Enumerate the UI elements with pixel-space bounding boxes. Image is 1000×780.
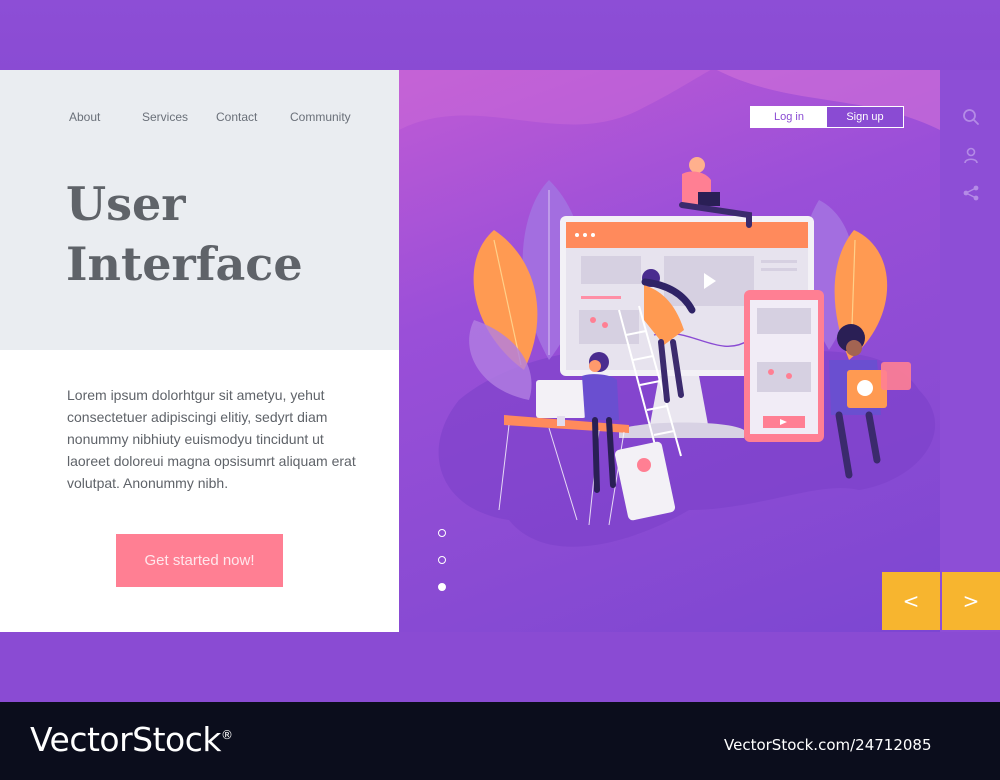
slider-dot-3[interactable]	[438, 583, 446, 591]
next-slide-button[interactable]: >	[942, 572, 1000, 630]
search-icon[interactable]	[962, 108, 980, 126]
watermark-url: VectorStock.com/24712085	[724, 736, 932, 754]
auth-buttons: Log in Sign up	[750, 106, 904, 128]
watermark-brand-text: VectorStock	[30, 720, 222, 759]
slider-dot-2[interactable]	[438, 556, 446, 564]
slider-dot-1[interactable]	[438, 529, 446, 537]
nav-contact[interactable]: Contact	[216, 110, 257, 124]
signup-button[interactable]: Sign up	[827, 107, 903, 127]
illustration-art	[399, 70, 940, 547]
title-line-1: User	[66, 177, 186, 231]
get-started-button[interactable]: Get started now!	[116, 534, 283, 587]
registered-mark: ®	[221, 728, 233, 742]
title-line-2: Interface	[66, 237, 303, 291]
page-title: User Interface	[66, 174, 386, 294]
main-nav: About Services Contact Community	[0, 110, 399, 126]
hero-illustration	[399, 70, 940, 632]
watermark-brand: VectorStock®	[30, 720, 233, 759]
prev-slide-button[interactable]: <	[882, 572, 940, 630]
top-band	[0, 0, 1000, 70]
nav-about[interactable]: About	[69, 110, 100, 124]
nav-services[interactable]: Services	[142, 110, 188, 124]
login-button[interactable]: Log in	[751, 107, 827, 127]
share-icon[interactable]	[962, 184, 980, 202]
user-icon[interactable]	[962, 146, 980, 164]
nav-community[interactable]: Community	[290, 110, 351, 124]
intro-paragraph: Lorem ipsum dolorhtgur sit ametyu, yehut…	[67, 387, 356, 491]
bottom-band	[0, 632, 1000, 702]
